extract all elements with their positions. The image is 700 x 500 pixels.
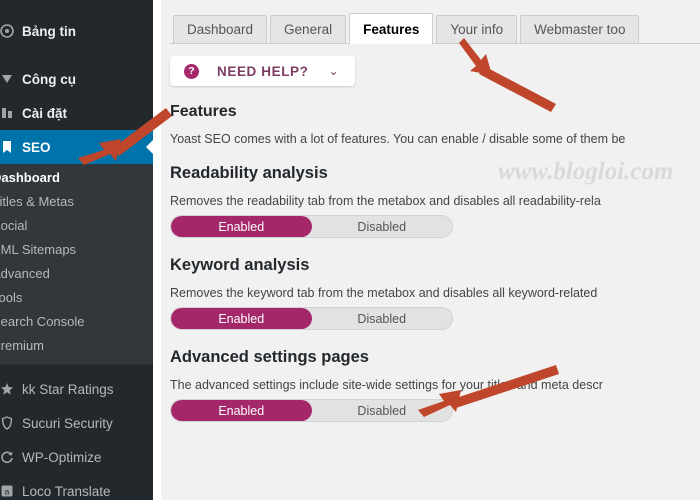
dashboard-icon: [0, 24, 14, 38]
toggle-option-disabled[interactable]: Disabled: [312, 216, 453, 237]
chevron-down-icon: ⌄: [328, 64, 339, 78]
sidebar-item-label: SEO: [22, 139, 51, 155]
sidebar-group-spacer-1: [0, 48, 153, 62]
sidebar-item-label: kk Star Ratings: [22, 381, 114, 397]
sidebar-subitem-xml-sitemaps[interactable]: XML Sitemaps: [0, 238, 153, 262]
section-title-keyword-analysis: Keyword analysis: [170, 256, 310, 274]
sidebar-top-spacer: [0, 0, 153, 14]
sidebar-item-label: Loco Translate: [22, 483, 111, 499]
page-intro: Yoast SEO comes with a lot of features. …: [170, 132, 626, 146]
toggle-option-enabled[interactable]: Enabled: [171, 308, 312, 329]
tab-webmaster-tools[interactable]: Webmaster too: [520, 15, 640, 43]
toggle-advanced-settings-pages[interactable]: Enabled Disabled: [170, 399, 453, 422]
tools-icon: [0, 72, 14, 86]
sidebar-item-dashboard[interactable]: Bảng tin: [0, 14, 153, 48]
content-left-gutter: [153, 0, 161, 500]
tab-your-info[interactable]: Your info: [436, 15, 518, 43]
sidebar-item-label: Cài đặt: [22, 105, 68, 121]
sidebar-item-kk-star-ratings[interactable]: kk Star Ratings: [0, 372, 153, 406]
tab-dashboard[interactable]: Dashboard: [173, 15, 268, 43]
sidebar-subitem-titles-metas[interactable]: Titles & Metas: [0, 190, 153, 214]
shield-icon: [0, 416, 14, 430]
sidebar-item-label: Công cụ: [22, 71, 76, 87]
wp-admin-sidebar: Bảng tin Công cụ Cài đặt SEO Dashboard T…: [0, 0, 153, 500]
seo-icon: [0, 140, 14, 154]
sidebar-subitem-search-console[interactable]: Search Console: [0, 310, 153, 334]
sidebar-subitem-tools[interactable]: Tools: [0, 286, 153, 310]
toggle-option-disabled[interactable]: Disabled: [312, 400, 453, 421]
sidebar-subitem-advanced[interactable]: Advanced: [0, 262, 153, 286]
yoast-seo-features-screen: Bảng tin Công cụ Cài đặt SEO Dashboard T…: [0, 0, 700, 500]
sidebar-item-label: Sucuri Security: [22, 415, 113, 431]
translate-icon: a: [0, 484, 14, 498]
need-help-label: NEED HELP?: [217, 63, 309, 79]
svg-text:a: a: [5, 487, 10, 497]
question-mark-icon: ?: [184, 63, 199, 79]
main-content: Dashboard General Features Your info Web…: [153, 0, 700, 500]
sidebar-item-seo[interactable]: SEO: [0, 130, 153, 164]
settings-icon: [0, 106, 14, 120]
tab-general[interactable]: General: [270, 15, 347, 43]
seo-submenu: Dashboard Titles & Metas Social XML Site…: [0, 164, 153, 364]
sidebar-item-wp-optimize[interactable]: WP-Optimize: [0, 440, 153, 474]
settings-tabs: Dashboard General Features Your info Web…: [170, 13, 700, 44]
section-description-advanced-settings-pages: The advanced settings include site-wide …: [170, 378, 603, 392]
sidebar-item-tools[interactable]: Công cụ: [0, 62, 153, 96]
toggle-option-enabled[interactable]: Enabled: [171, 216, 312, 237]
section-description-readability-analysis: Removes the readability tab from the met…: [170, 194, 601, 208]
toggle-option-disabled[interactable]: Disabled: [312, 308, 453, 329]
need-help-button[interactable]: ? NEED HELP? ⌄: [170, 56, 355, 86]
toggle-readability-analysis[interactable]: Enabled Disabled: [170, 215, 453, 238]
page-title: Features: [170, 103, 237, 120]
toggle-option-enabled[interactable]: Enabled: [171, 400, 312, 421]
tab-features[interactable]: Features: [349, 13, 434, 44]
sidebar-item-label: Bảng tin: [22, 23, 76, 39]
sidebar-group-spacer-2: [0, 365, 153, 372]
refresh-icon: [0, 450, 14, 464]
section-description-keyword-analysis: Removes the keyword tab from the metabox…: [170, 286, 598, 300]
section-title-readability-analysis: Readability analysis: [170, 164, 328, 182]
sidebar-subitem-dashboard[interactable]: Dashboard: [0, 166, 153, 190]
sidebar-item-settings[interactable]: Cài đặt: [0, 96, 153, 130]
sidebar-item-label: WP-Optimize: [22, 449, 102, 465]
section-title-advanced-settings-pages: Advanced settings pages: [170, 348, 369, 366]
sidebar-subitem-social[interactable]: Social: [0, 214, 153, 238]
sidebar-item-loco-translate[interactable]: a Loco Translate: [0, 474, 153, 500]
toggle-keyword-analysis[interactable]: Enabled Disabled: [170, 307, 453, 330]
sidebar-subitem-premium[interactable]: Premium: [0, 334, 153, 358]
star-icon: [0, 382, 14, 396]
sidebar-item-sucuri-security[interactable]: Sucuri Security: [0, 406, 153, 440]
